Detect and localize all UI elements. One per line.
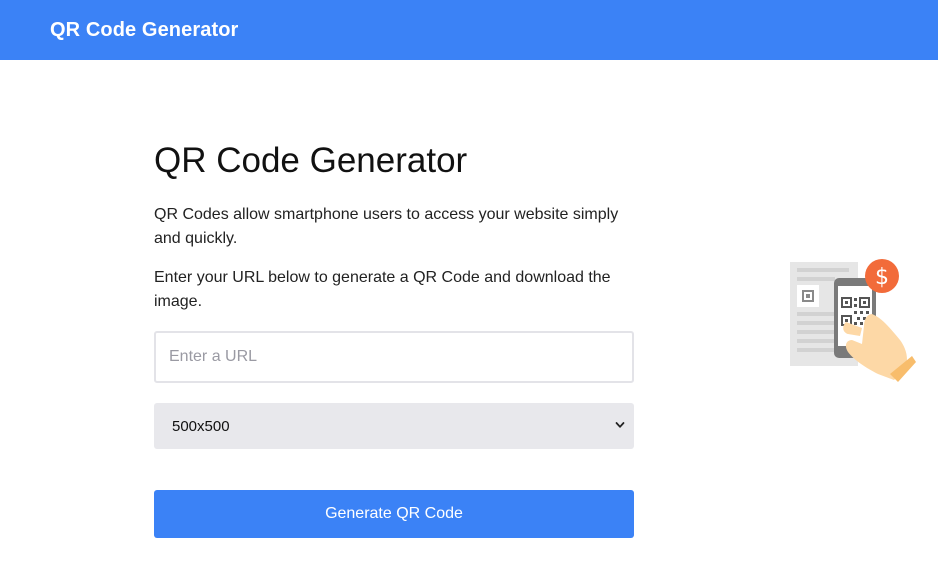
phone-scanning-qr-illustration: $ bbox=[790, 259, 916, 382]
page-title: QR Code Generator bbox=[154, 141, 468, 180]
instructions-paragraph: Enter your URL below to generate a QR Co… bbox=[154, 269, 611, 310]
intro-paragraph: QR Codes allow smartphone users to acces… bbox=[154, 206, 619, 247]
navbar-brand[interactable]: QR Code Generator bbox=[50, 19, 238, 42]
dollar-symbol: $ bbox=[875, 265, 889, 290]
size-select-value: 500x500 bbox=[172, 417, 230, 435]
document-line bbox=[797, 277, 835, 281]
chevron-down-icon bbox=[615, 422, 625, 428]
document-qr-dot bbox=[806, 294, 810, 298]
main-content: QR Code Generator QR Codes allow smartph… bbox=[154, 140, 634, 538]
url-input[interactable] bbox=[154, 331, 634, 383]
generate-qr-button[interactable]: Generate QR Code bbox=[154, 490, 634, 538]
document-line bbox=[797, 339, 837, 343]
navbar: QR Code Generator bbox=[0, 0, 938, 60]
size-select[interactable]: 500x500 bbox=[154, 403, 634, 449]
document-line bbox=[797, 268, 849, 272]
